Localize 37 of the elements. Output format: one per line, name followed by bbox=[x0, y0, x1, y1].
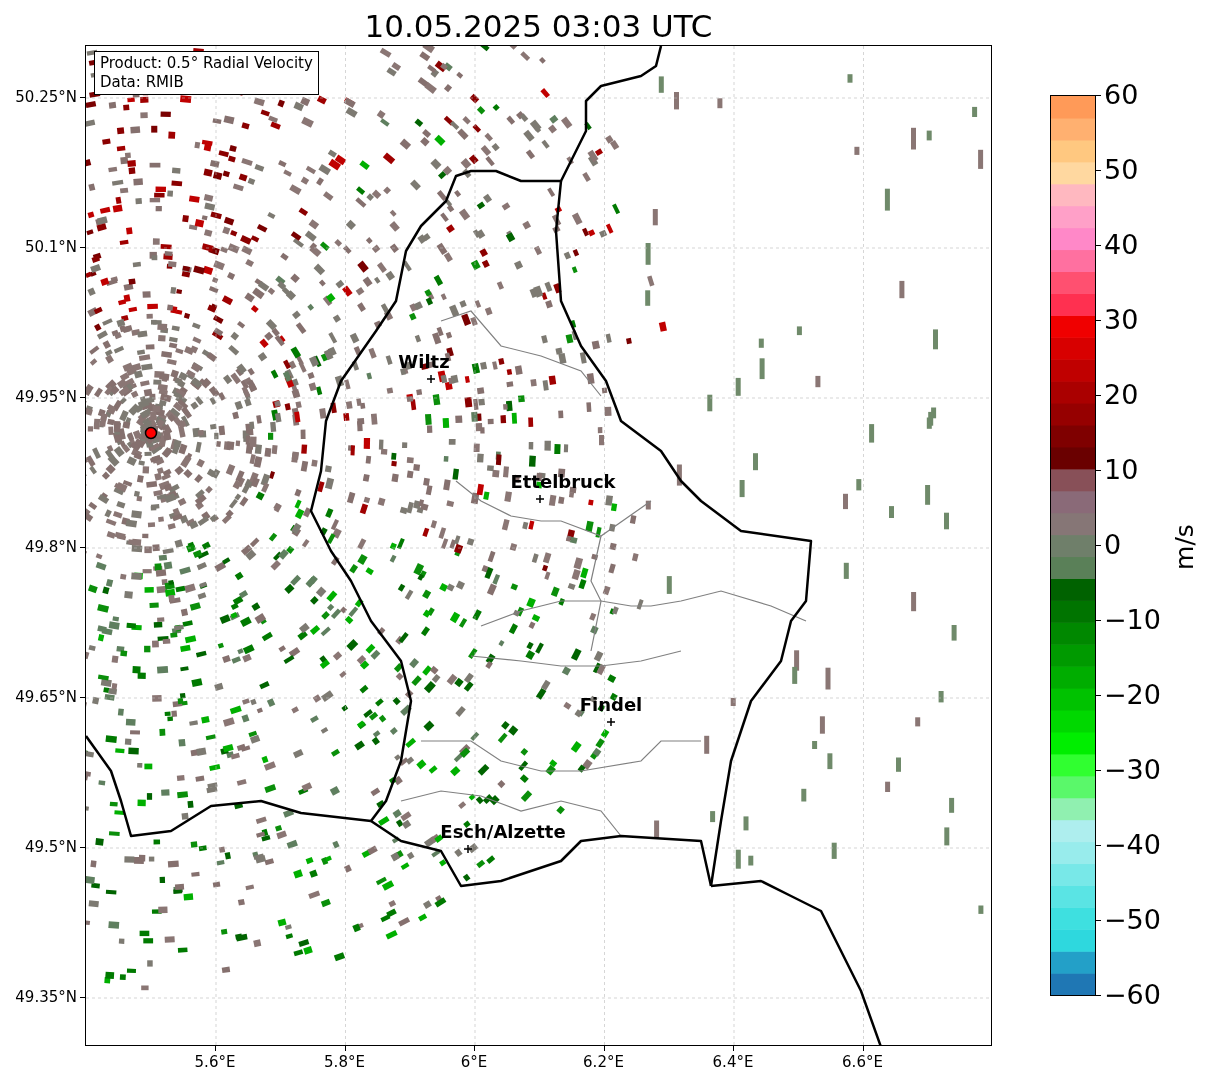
city-marker bbox=[426, 374, 436, 384]
colorbar-tick-label: 10 bbox=[1104, 455, 1139, 485]
city-marker bbox=[535, 494, 545, 504]
axis-tick-label: 49.8°N bbox=[24, 538, 77, 556]
axis-tick-label: 49.5°N bbox=[24, 838, 77, 856]
legend-text: Data: RMIB bbox=[100, 73, 185, 92]
colorbar-tick-label: −60 bbox=[1104, 980, 1161, 1010]
city-marker bbox=[463, 844, 473, 854]
axis-tick-label: 6.2°E bbox=[582, 1053, 625, 1071]
axis-tick-label: 49.35°N bbox=[15, 988, 77, 1006]
chart-title: 10.05.2025 03:03 UTC bbox=[363, 7, 714, 46]
colorbar-tick-label: −20 bbox=[1104, 680, 1161, 710]
colorbar-tick-label: 20 bbox=[1104, 380, 1139, 410]
colorbar-tick-label: 0 bbox=[1104, 530, 1122, 560]
city-marker bbox=[606, 717, 616, 727]
axis-tick-label: 6.4°E bbox=[711, 1053, 755, 1071]
colorbar-tick-label: −10 bbox=[1104, 605, 1161, 635]
colorbar-tick-label: 30 bbox=[1104, 305, 1139, 335]
axis-tick-label: 5.6°E bbox=[193, 1053, 237, 1071]
axis-tick-label: 6.6°E bbox=[841, 1053, 884, 1071]
colorbar-label: m/s bbox=[1170, 523, 1200, 572]
axis-tick-label: 50.1°N bbox=[24, 238, 77, 256]
city-label: Findel bbox=[578, 695, 644, 715]
legend-text: Product: 0.5° Radial Velocity bbox=[100, 54, 313, 73]
colorbar-tick-label: 60 bbox=[1104, 80, 1139, 110]
colorbar-tick-label: −50 bbox=[1104, 905, 1161, 935]
colorbar-tick-label: −40 bbox=[1104, 830, 1161, 860]
axis-tick-label: 5.8°E bbox=[323, 1053, 366, 1071]
axis-tick-label: 6°E bbox=[459, 1053, 489, 1071]
colorbar-tick-label: −30 bbox=[1104, 755, 1161, 785]
radar-site-marker bbox=[144, 426, 158, 440]
city-label: Esch/Alzette bbox=[439, 822, 567, 842]
axis-tick-label: 49.95°N bbox=[15, 388, 77, 406]
axis-tick-label: 50.25°N bbox=[15, 88, 77, 106]
colorbar-tick-label: 50 bbox=[1104, 155, 1139, 185]
colorbar-tick-label: 40 bbox=[1104, 230, 1139, 260]
axis-tick-label: 49.65°N bbox=[15, 688, 77, 706]
